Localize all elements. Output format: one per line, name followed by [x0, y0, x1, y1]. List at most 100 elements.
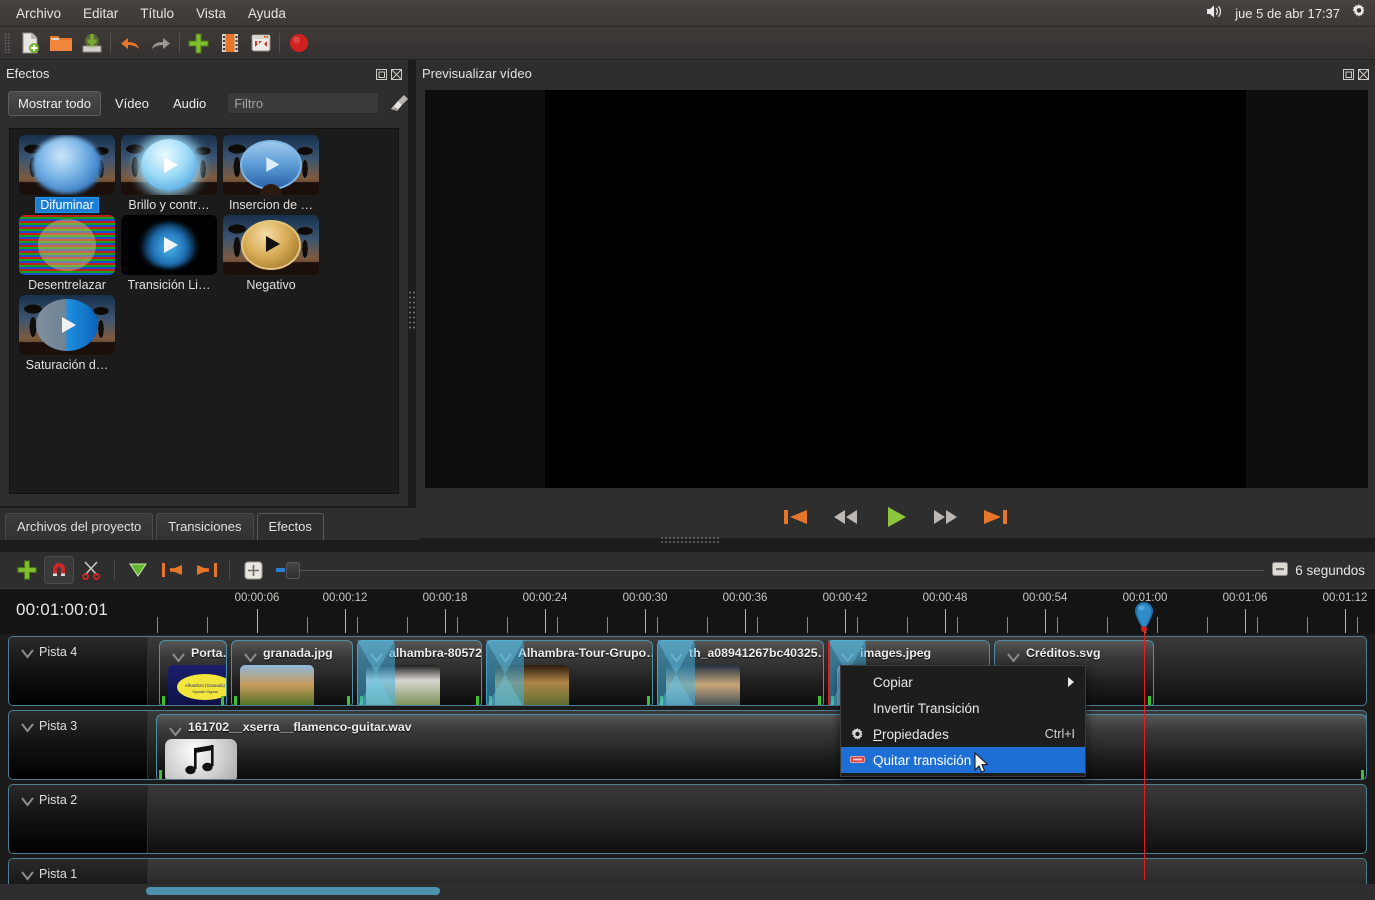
playhead-handle[interactable] — [1133, 600, 1155, 632]
system-clock[interactable]: jue 5 de abr 17:37 — [1235, 6, 1340, 21]
timeline-tracks[interactable]: Pista 4 Porta… Alhambra (Granada)Spanish S… — [0, 634, 1375, 900]
effect-item-blur[interactable]: Difuminar — [16, 135, 118, 213]
play-triangle-icon — [62, 317, 76, 333]
effects-grid[interactable]: Difuminar Brillo y contr… Insercion de … De… — [9, 128, 399, 494]
rewind-icon[interactable] — [830, 504, 862, 530]
main-toolbar — [0, 27, 1375, 60]
effect-item-transition[interactable]: Transición Li… — [118, 215, 220, 292]
timeline-ruler[interactable]: 00:01:00:01 00:00:06 00:00:12 00:00:18 00:0… — [0, 588, 1375, 634]
effect-label: Desentrelazar — [28, 278, 106, 292]
tab-efectos[interactable]: Efectos — [256, 513, 324, 540]
chevron-down-icon[interactable] — [21, 794, 34, 807]
red-record-icon[interactable] — [283, 29, 314, 58]
ruler-tick-minor — [1257, 617, 1258, 633]
track-header[interactable]: Pista 2 — [9, 785, 148, 853]
menu-ayuda[interactable]: Ayuda — [237, 3, 297, 24]
ruler-tick-major — [645, 609, 646, 633]
save-disk-icon[interactable] — [76, 29, 107, 58]
arrow-right-bar-icon[interactable] — [189, 556, 223, 584]
close-icon[interactable] — [1358, 68, 1369, 80]
clip-transition[interactable] — [357, 640, 395, 705]
razor-tool-button[interactable] — [74, 556, 108, 584]
tab-archivos-del-proyecto[interactable]: Archivos del proyecto — [5, 513, 154, 540]
play-icon[interactable] — [880, 504, 912, 530]
fast-forward-icon[interactable] — [930, 504, 962, 530]
arrow-left-bar-icon[interactable] — [155, 556, 189, 584]
timeline-track[interactable]: Pista 2 — [8, 784, 1367, 854]
undock-icon[interactable] — [1343, 68, 1354, 80]
timeline-track[interactable]: Pista 3 161702__xserra__flamenco-guitar.w… — [8, 710, 1367, 780]
green-triangle-icon[interactable] — [121, 556, 155, 584]
timeline-clip[interactable]: granada.jpg — [231, 640, 353, 705]
speaker-icon[interactable] — [1206, 4, 1224, 24]
menu-vista[interactable]: Vista — [185, 3, 237, 24]
context-menu-item-quitar-transicion[interactable]: Quitar transición — [841, 747, 1085, 773]
timeline-track[interactable]: Pista 4 Porta… Alhambra (Granada)Spanish S… — [8, 636, 1367, 706]
menu-titulo[interactable]: Título — [129, 3, 185, 24]
effect-item-bright[interactable]: Brillo y contr… — [118, 135, 220, 212]
gear-icon[interactable] — [1351, 3, 1367, 24]
clip-transition[interactable] — [486, 640, 524, 705]
gear-icon — [849, 726, 866, 743]
track-header[interactable]: Pista 3 — [9, 711, 148, 779]
undo-arrow-icon[interactable] — [114, 29, 145, 58]
context-menu-item-invertir-transicion[interactable]: Invertir Transición — [841, 695, 1085, 721]
timeline-toolbar: 6 segundos — [0, 552, 1375, 588]
snapping-toggle[interactable] — [44, 556, 74, 584]
timeline-clip[interactable]: Porta… Alhambra (Granada)Spanish Siguria — [159, 640, 227, 705]
scrollbar-thumb[interactable] — [146, 887, 440, 895]
menu-archivo[interactable]: Archivo — [5, 3, 72, 24]
video-preview-panel: Previsualizar vídeo — [416, 60, 1375, 538]
timeline-clip[interactable]: 161702__xserra__flamenco-guitar.wav — [156, 714, 1366, 779]
undock-icon[interactable] — [376, 68, 387, 80]
effect-item-saturation[interactable]: Saturación d… — [16, 295, 118, 372]
tab-transiciones[interactable]: Transiciones — [156, 513, 254, 540]
horizontal-splitter[interactable] — [660, 536, 720, 544]
film-strip-icon[interactable] — [214, 29, 245, 58]
add-track-button[interactable] — [10, 556, 44, 584]
new-document-icon[interactable] — [14, 29, 45, 58]
filter-video-button[interactable]: Vídeo — [105, 91, 159, 116]
chevron-down-icon[interactable] — [172, 650, 185, 663]
menu-editar[interactable]: Editar — [72, 3, 129, 24]
broom-icon[interactable] — [389, 92, 411, 114]
track-header[interactable]: Pista 4 — [9, 637, 148, 705]
chevron-down-icon[interactable] — [1007, 650, 1020, 663]
ruler-tick-minor — [1307, 617, 1308, 633]
effect-item-deinterlace[interactable]: Desentrelazar — [16, 215, 118, 292]
clip-transition[interactable] — [657, 640, 695, 705]
effects-panel-title-label: Efectos — [6, 65, 50, 81]
filter-audio-button[interactable]: Audio — [163, 91, 216, 116]
chevron-down-icon[interactable] — [21, 720, 34, 733]
effects-search-input[interactable] — [227, 92, 380, 114]
zoom-slider[interactable] — [276, 556, 1272, 584]
open-folder-icon[interactable] — [45, 29, 76, 58]
chevron-down-icon[interactable] — [169, 724, 182, 737]
context-menu-item-propiedades[interactable]: Propiedades Ctrl+I — [841, 721, 1085, 747]
skip-forward-icon[interactable] — [980, 504, 1012, 530]
panel-controls — [376, 68, 408, 80]
redo-arrow-icon[interactable] — [145, 29, 176, 58]
effect-item-insert[interactable]: Insercion de … — [220, 135, 322, 212]
playback-controls — [416, 496, 1375, 538]
zoom-slider-handle[interactable] — [286, 561, 300, 579]
chevron-down-icon[interactable] — [21, 646, 34, 659]
zoom-slider-track[interactable] — [300, 569, 1265, 571]
context-menu-item-copiar[interactable]: Copiar — [841, 669, 1085, 695]
effect-label: Transición Li… — [127, 278, 211, 292]
center-icon[interactable] — [236, 556, 270, 584]
video-canvas[interactable] — [425, 90, 1368, 488]
effect-item-negative[interactable]: Negativo — [220, 215, 322, 292]
close-icon[interactable] — [391, 68, 402, 80]
skip-back-icon[interactable] — [780, 504, 812, 530]
toolbar-grip[interactable] — [4, 33, 11, 53]
menu-bar: Archivo Editar Título Vista Ayuda jue 5 … — [0, 0, 1375, 27]
timeline-hscrollbar[interactable] — [0, 884, 1375, 900]
green-plus-icon[interactable] — [183, 29, 214, 58]
zoom-level-icon — [1272, 561, 1289, 579]
clip-context-menu[interactable]: Copiar Invertir Transición Propiedades C… — [840, 665, 1086, 777]
filter-show-all-button[interactable]: Mostrar todo — [8, 90, 101, 116]
screen-icon[interactable] — [245, 29, 276, 58]
chevron-down-icon[interactable] — [244, 650, 257, 663]
chevron-down-icon[interactable] — [21, 868, 34, 881]
